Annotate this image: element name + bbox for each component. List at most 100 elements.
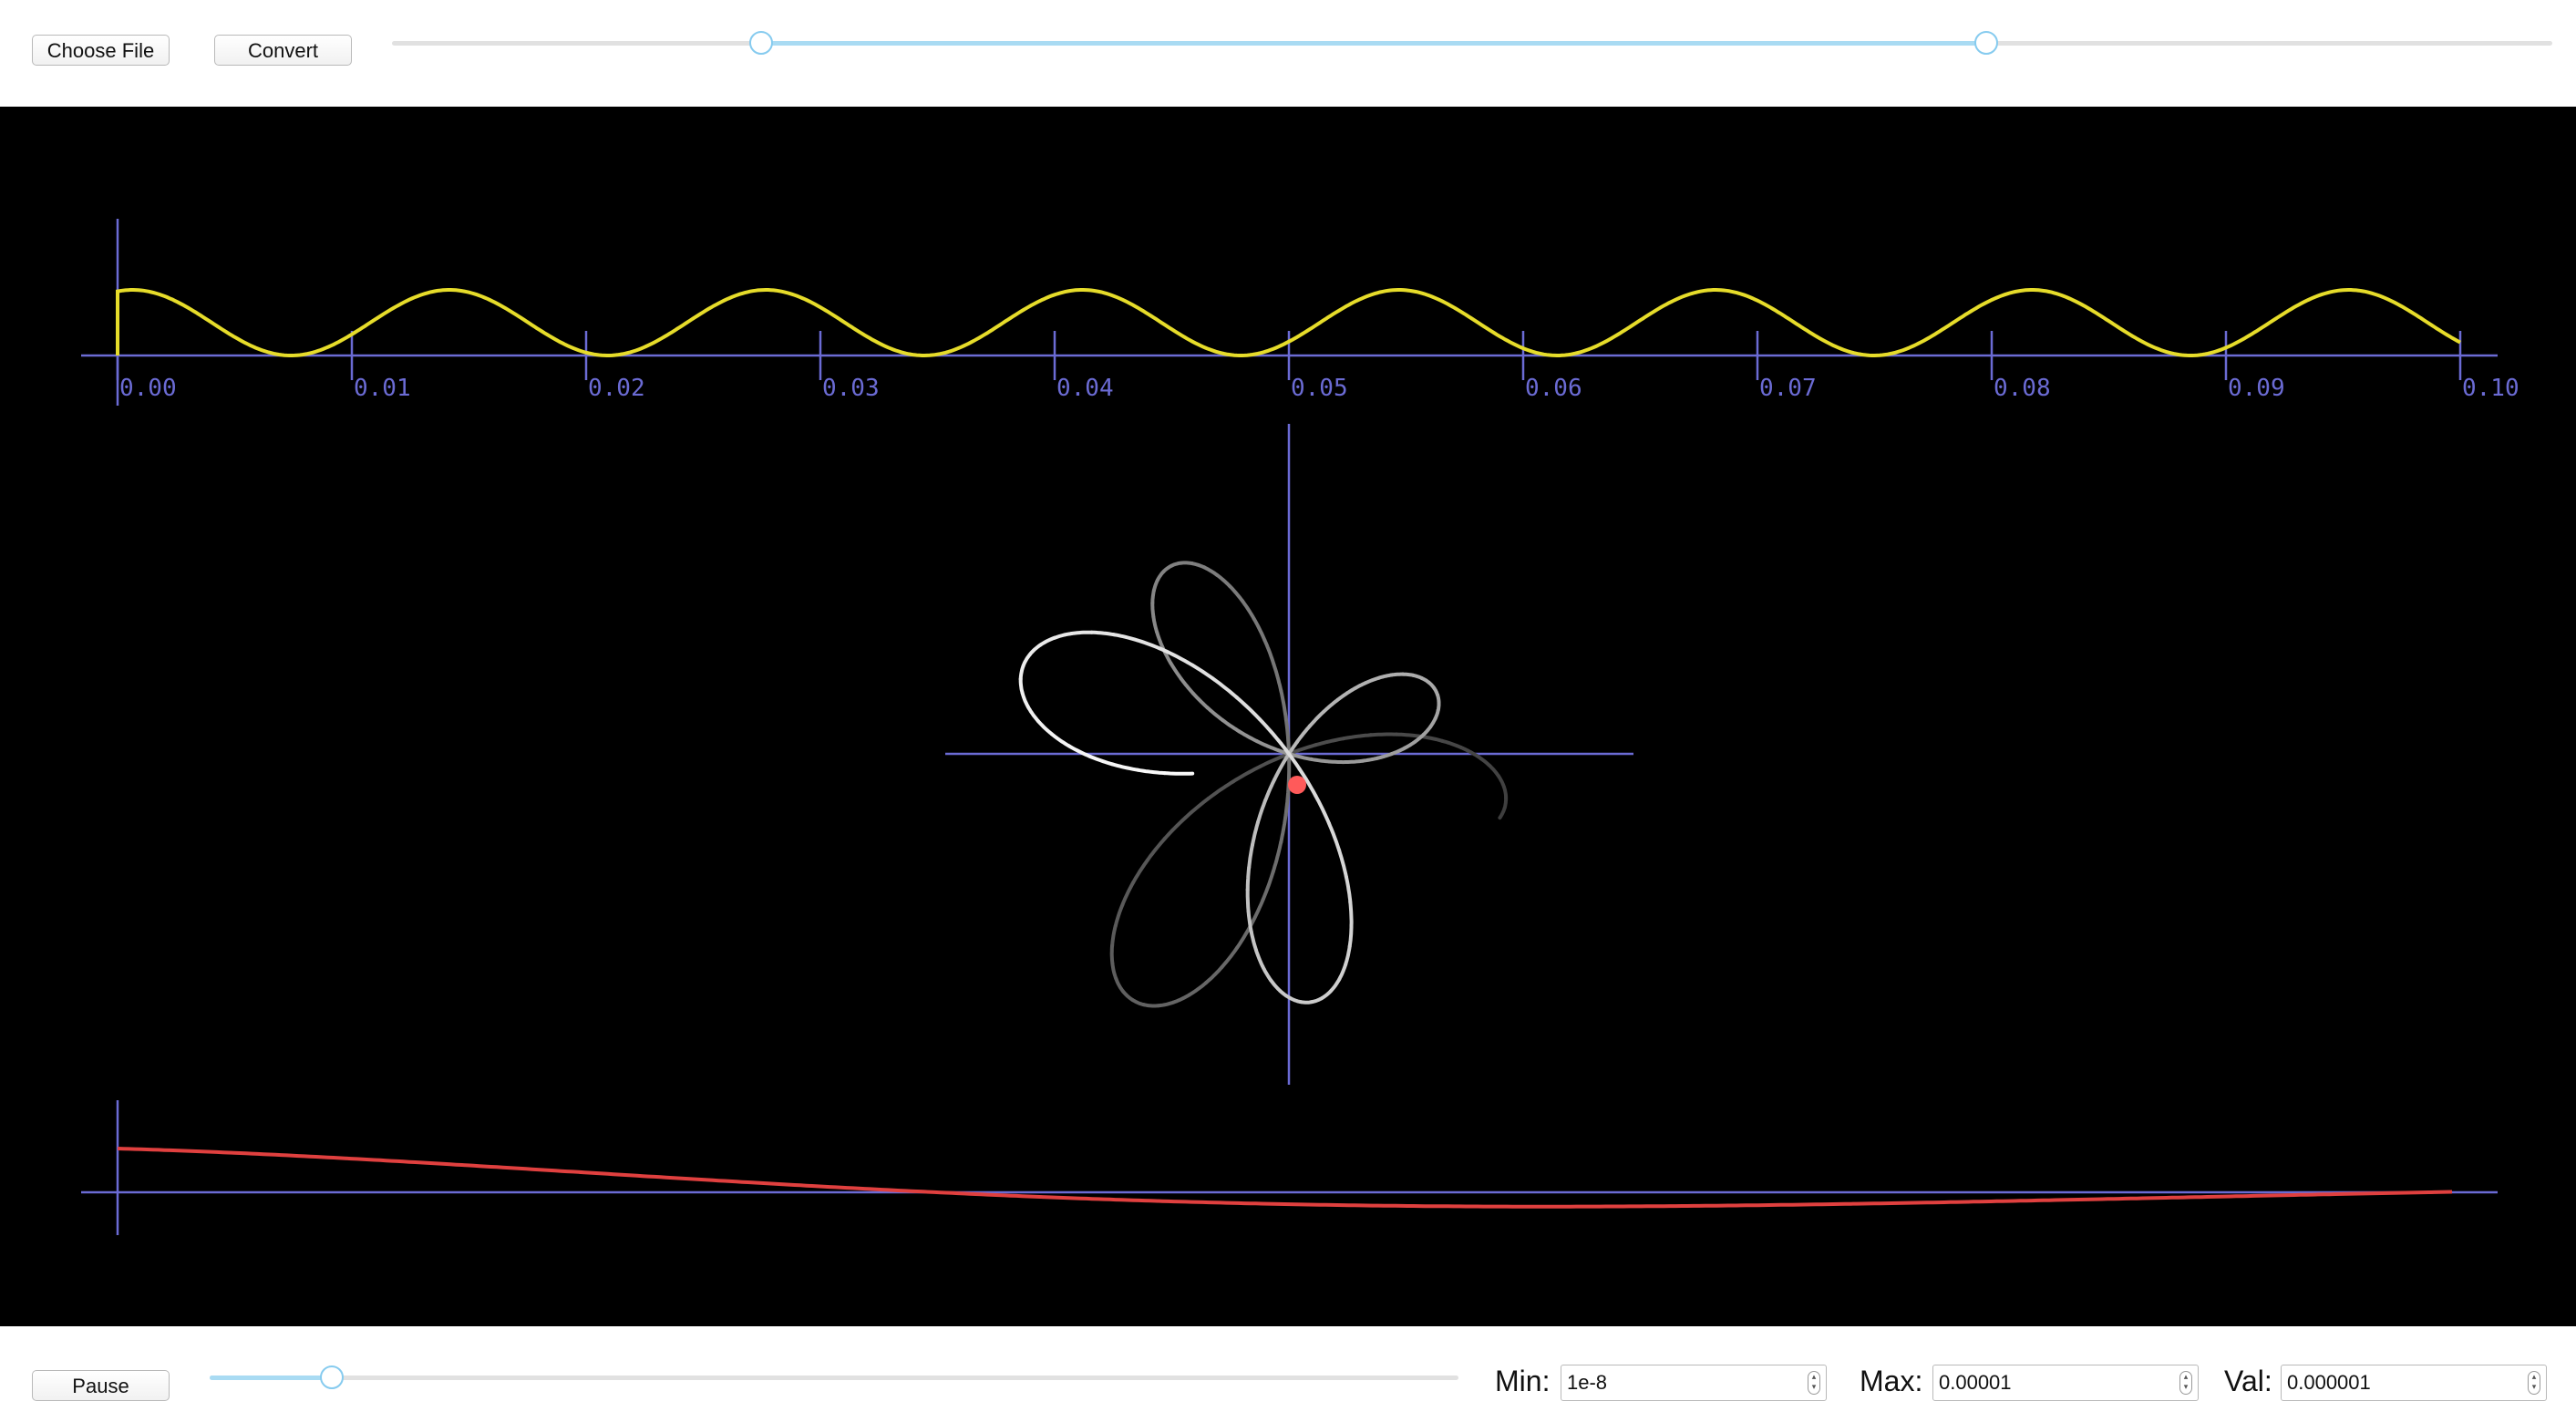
phase-curve-segment bbox=[1114, 976, 1125, 994]
max-field[interactable]: ▴▾ bbox=[1932, 1365, 2199, 1401]
waveform-ticks: 0.00 0.01 0.02 0.03 0.04 0.05 0.06 0.07 0.08 0.09… bbox=[116, 331, 2519, 402]
phase-curve-segment bbox=[1291, 753, 1314, 761]
phase-curve-segment bbox=[1089, 630, 1116, 637]
phase-curve-segment bbox=[1314, 794, 1331, 825]
range-start-handle[interactable] bbox=[749, 31, 774, 55]
val-stepper[interactable]: ▴ ▾ bbox=[2528, 1371, 2540, 1395]
phase-curve-segment bbox=[1246, 909, 1253, 933]
max-stepper[interactable]: ▴ ▾ bbox=[2179, 1371, 2192, 1395]
waveform-tick-label: 0.07 bbox=[1759, 375, 1817, 402]
phase-curve-segment bbox=[1249, 930, 1258, 953]
phase-curve-segment bbox=[1251, 820, 1260, 847]
phase-curve-segment bbox=[1262, 638, 1276, 666]
phase-curve-segment bbox=[1344, 944, 1352, 966]
phase-curve-segment bbox=[1025, 705, 1040, 723]
phase-curve-segment bbox=[1185, 660, 1215, 681]
phase-curve-segment bbox=[1258, 717, 1283, 746]
current-position-marker bbox=[1288, 776, 1306, 794]
playback-slider-handle[interactable] bbox=[320, 1365, 345, 1389]
top-toolbar: Choose File Convert bbox=[0, 0, 2576, 107]
phase-curve-segment bbox=[1309, 757, 1332, 764]
phase-curve-segment bbox=[1191, 691, 1210, 710]
pause-button[interactable]: Pause bbox=[32, 1370, 170, 1401]
phase-curve-segment bbox=[1109, 943, 1115, 965]
phase-curve-segment bbox=[1256, 799, 1268, 825]
phase-curve-segment bbox=[1203, 965, 1224, 985]
visualization-canvas: 0.00 0.01 0.02 0.03 0.04 0.05 0.06 0.07 0.08 0.09… bbox=[0, 107, 2576, 1326]
phase-curve-segment bbox=[1279, 689, 1288, 722]
phase-curve-segment bbox=[1308, 709, 1326, 728]
time-range-slider[interactable] bbox=[392, 29, 2552, 57]
phase-curve-segment bbox=[1131, 858, 1149, 885]
range-slider-fill bbox=[761, 41, 1987, 46]
phase-curve-segment bbox=[1228, 583, 1244, 603]
waveform-tick-label: 0.08 bbox=[1994, 375, 2051, 402]
phase-curve-segment bbox=[1364, 675, 1381, 685]
val-input[interactable] bbox=[2287, 1369, 2515, 1396]
phase-curve-segment bbox=[1179, 676, 1196, 696]
phase-curve-segment bbox=[1235, 923, 1253, 950]
phase-curve-segment bbox=[1440, 738, 1463, 749]
phase-curve-segment bbox=[1120, 989, 1135, 1002]
phase-curve-segment bbox=[1322, 697, 1340, 714]
min-stepper[interactable]: ▴ ▾ bbox=[1808, 1371, 1820, 1395]
phase-curve-segment bbox=[1220, 945, 1239, 970]
phase-curve-segment bbox=[1150, 601, 1156, 619]
phase-curve-segment bbox=[1261, 964, 1273, 983]
phase-curve-segment bbox=[1027, 643, 1043, 657]
phase-curve-segment bbox=[1329, 977, 1342, 993]
phase-curve-segment bbox=[1171, 993, 1191, 1005]
phase-curve-segment bbox=[1295, 724, 1313, 744]
waveform-tick-label: 0.05 bbox=[1291, 375, 1348, 402]
phase-curve-segment bbox=[1162, 816, 1188, 840]
phase-curve-segment bbox=[1337, 963, 1348, 982]
phase-curve-segment bbox=[1347, 923, 1354, 949]
phase-curve-segment bbox=[1279, 809, 1288, 844]
phase-curve-segment bbox=[1221, 718, 1242, 734]
waveform-tick-label: 0.04 bbox=[1056, 375, 1114, 402]
waveform-tick-label: 0.09 bbox=[2228, 375, 2285, 402]
phase-curve-segment bbox=[1211, 676, 1239, 700]
phase-curve-segment bbox=[1273, 757, 1287, 782]
choose-file-button[interactable]: Choose File bbox=[32, 35, 170, 66]
min-input[interactable] bbox=[1567, 1369, 1795, 1396]
phase-curve-segment bbox=[1240, 599, 1256, 621]
phase-curve-segment bbox=[1237, 729, 1259, 744]
phase-curve-segment bbox=[1231, 765, 1262, 784]
val-label: Val: bbox=[2224, 1365, 2272, 1397]
phase-curve-segment bbox=[1151, 614, 1159, 634]
phase-curve-segment bbox=[1120, 881, 1136, 907]
phase-curve-segment bbox=[1150, 588, 1156, 605]
phase-curve-segment bbox=[1314, 737, 1345, 747]
phase-curve-segment bbox=[1145, 837, 1167, 862]
phase-curve-segment bbox=[1069, 630, 1094, 635]
phase-curve-segment bbox=[1020, 691, 1030, 709]
phase-curve-segment bbox=[1418, 734, 1445, 743]
phase-curve-segment bbox=[1335, 688, 1354, 702]
phase-curve-segment bbox=[1113, 902, 1125, 928]
phase-curve-segment bbox=[1234, 696, 1262, 722]
lower-trace-panel bbox=[81, 1100, 2498, 1235]
phase-curve-segment bbox=[1395, 732, 1423, 738]
phase-curve-segment bbox=[1087, 754, 1115, 767]
phase-curve-segment bbox=[1110, 762, 1140, 772]
playback-slider[interactable] bbox=[210, 1364, 1458, 1391]
phase-curve-segment bbox=[1269, 978, 1283, 993]
playback-slider-track bbox=[210, 1376, 1458, 1380]
phase-curve-segment bbox=[1187, 981, 1208, 997]
phase-curve-segment bbox=[1249, 897, 1265, 927]
waveform-tick-label: 0.00 bbox=[119, 375, 177, 402]
min-field[interactable]: ▴▾ bbox=[1561, 1365, 1827, 1401]
val-field[interactable]: ▴▾ bbox=[2281, 1365, 2547, 1401]
phase-curve-segment bbox=[1205, 706, 1225, 723]
max-input[interactable] bbox=[1939, 1369, 2167, 1396]
phase-curve-segment bbox=[1018, 676, 1025, 696]
phase-curve-segment bbox=[1038, 635, 1056, 647]
phase-curve-segment bbox=[1110, 962, 1118, 981]
convert-button[interactable]: Convert bbox=[214, 35, 352, 66]
range-end-handle[interactable] bbox=[1974, 31, 1999, 55]
phase-curve-segment bbox=[1344, 874, 1353, 904]
phase-curve-segment bbox=[1110, 923, 1118, 948]
waveform-tick-label: 0.02 bbox=[588, 375, 645, 402]
phase-curve-segment bbox=[1021, 653, 1032, 668]
